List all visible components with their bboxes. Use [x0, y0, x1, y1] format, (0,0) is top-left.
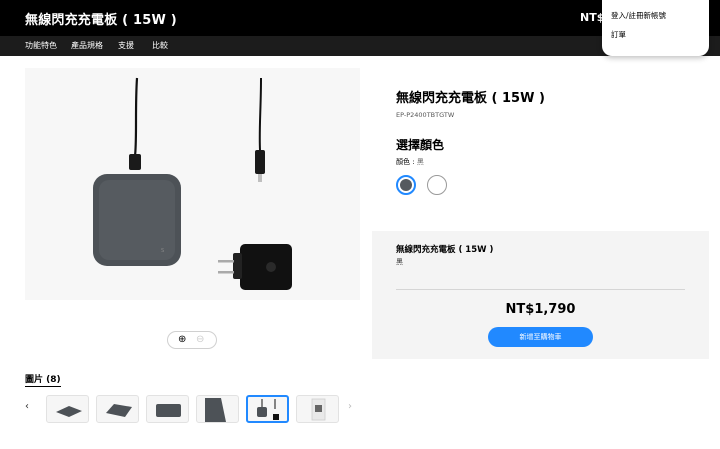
- chevron-right-icon[interactable]: ›: [348, 401, 352, 412]
- product-title: 無線閃充充電板 ( 15W ): [396, 91, 545, 106]
- orders-link[interactable]: 訂單: [611, 29, 626, 40]
- account-dropdown: 登入/註冊新帳號 訂單: [602, 0, 709, 56]
- thumbnail-image: [205, 398, 226, 422]
- color-value: 黑: [416, 158, 424, 166]
- login-register-link[interactable]: 登入/註冊新帳號: [611, 10, 666, 21]
- nav-item-specs[interactable]: 產品規格: [71, 40, 103, 51]
- nav-item-support[interactable]: 支援: [118, 40, 134, 51]
- zoom-in-icon[interactable]: ⊕: [178, 334, 186, 346]
- color-heading: 選擇顏色: [396, 138, 445, 152]
- zoom-out-icon[interactable]: ⊖: [196, 334, 204, 346]
- purchase-summary: 無線閃充充電板 ( 15W ) 黑 NT$1,790 新增至購物車: [372, 231, 709, 359]
- nav-item-compare[interactable]: 比較: [152, 40, 168, 51]
- swatch-black[interactable]: [396, 175, 416, 195]
- summary-price: NT$1,790: [505, 302, 576, 317]
- thumbnail-image: [257, 399, 279, 420]
- product-sku: EP-P2400TBTGTW: [396, 111, 455, 119]
- color-label: 顏色 : 黑: [396, 157, 424, 167]
- thumbnail-6[interactable]: [296, 395, 339, 423]
- add-to-cart-button[interactable]: 新增至購物車: [488, 327, 593, 347]
- summary-color: 黑: [396, 258, 403, 266]
- svg-text:S: S: [161, 248, 164, 254]
- swatch-white[interactable]: [427, 175, 447, 195]
- chevron-left-icon[interactable]: ‹: [25, 401, 29, 412]
- thumbnail-2[interactable]: [96, 395, 139, 423]
- thumbnail-image: [106, 404, 132, 417]
- charger-illustration: S: [93, 77, 292, 290]
- thumbnail-4[interactable]: [196, 395, 239, 423]
- thumbnail-1[interactable]: [46, 395, 89, 423]
- color-label-text: 顏色 :: [396, 158, 415, 166]
- product-main-image[interactable]: S: [25, 68, 360, 300]
- summary-divider: [396, 289, 685, 290]
- thumbnail-3[interactable]: [146, 395, 189, 423]
- gallery-title[interactable]: 圖片 (8): [25, 372, 61, 387]
- thumbnail-image: [56, 406, 82, 417]
- thumbnail-image: [311, 398, 326, 421]
- zoom-control: ⊕ ⊖: [167, 331, 217, 349]
- page-title: 無線閃充充電板 ( 15W ): [25, 13, 177, 28]
- thumbnail-5-active[interactable]: [246, 395, 289, 423]
- summary-product-name: 無線閃充充電板 ( 15W ): [396, 245, 494, 255]
- thumbnail-image: [156, 404, 181, 417]
- nav-item-features[interactable]: 功能特色: [25, 40, 57, 51]
